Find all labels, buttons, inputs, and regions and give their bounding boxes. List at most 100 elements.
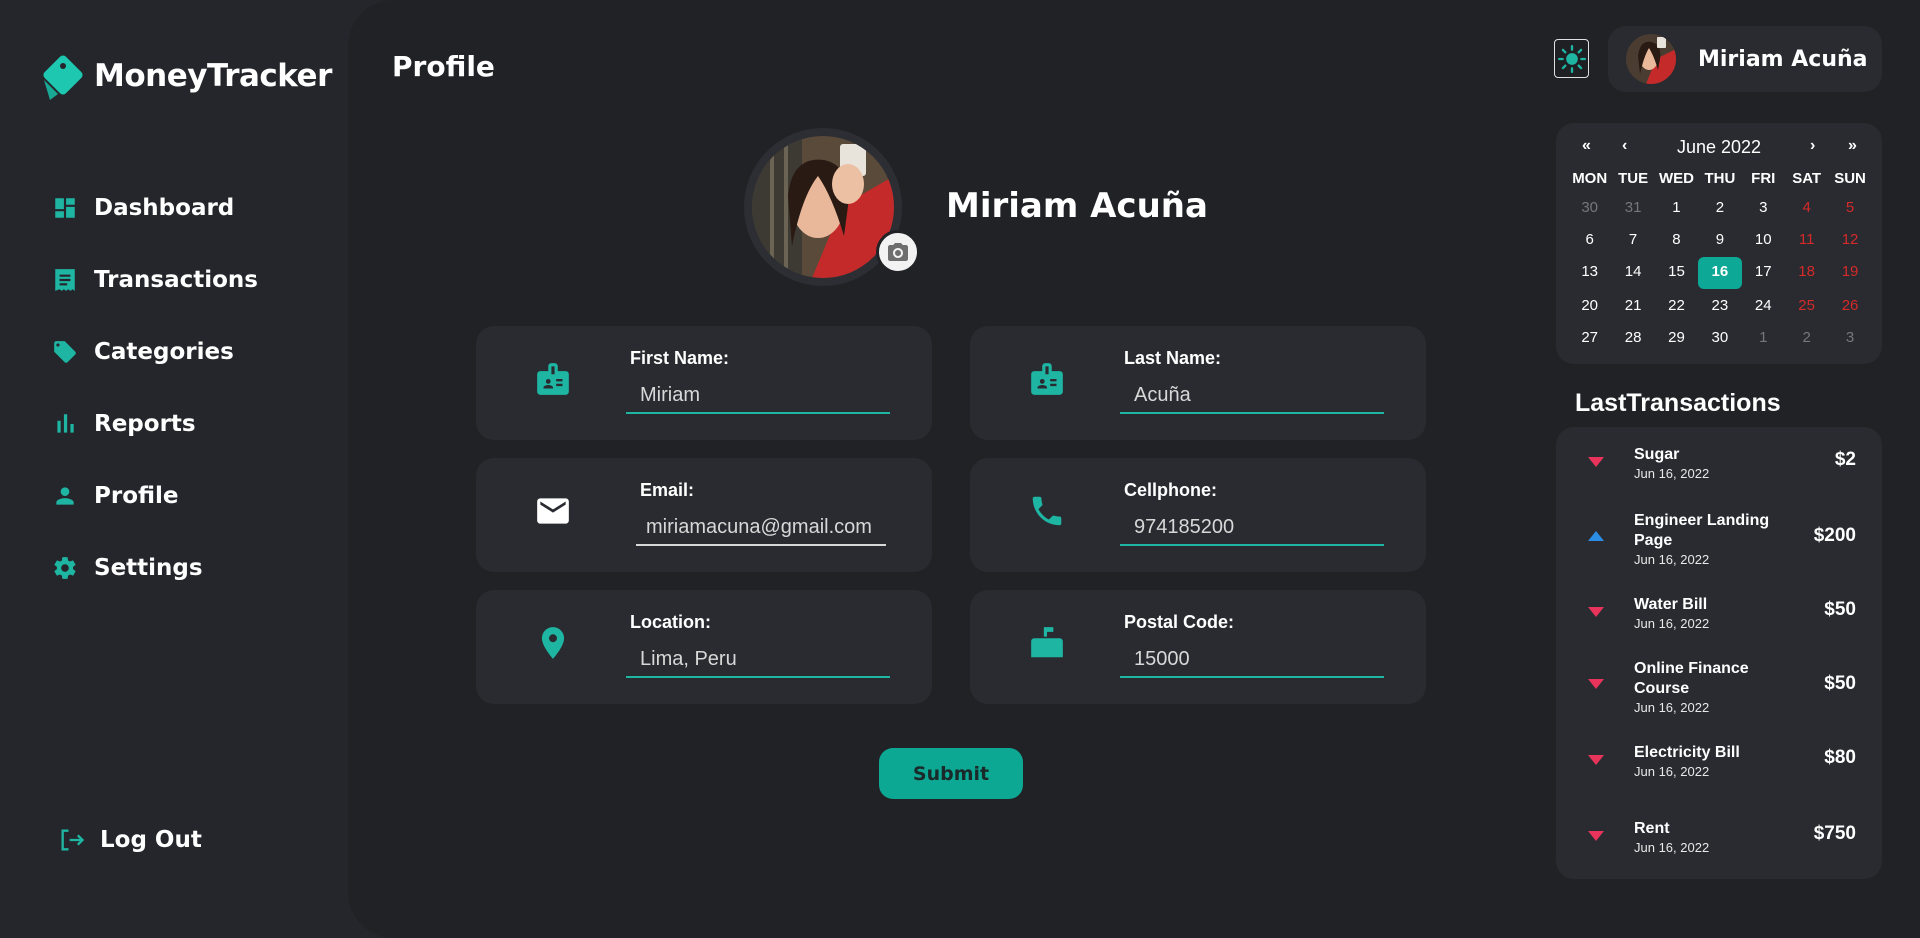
- transaction-date: Jun 16, 2022: [1634, 764, 1710, 779]
- arrow-down-icon: [1588, 755, 1604, 765]
- sidebar-nav: Dashboard Transactions Categories Report…: [52, 172, 258, 604]
- calendar-day[interactable]: 4: [1785, 192, 1828, 224]
- arrow-down-icon: [1588, 607, 1604, 617]
- id-badge-icon: [537, 363, 569, 395]
- sidebar-item-settings[interactable]: Settings: [52, 532, 258, 604]
- calendar-day[interactable]: 2: [1785, 322, 1828, 354]
- location-field[interactable]: Lima, Peru: [626, 642, 890, 678]
- calendar-weekday: TUE: [1618, 170, 1649, 187]
- first-name-label: First Name:: [630, 348, 730, 368]
- calendar-day[interactable]: 24: [1742, 290, 1785, 322]
- calendar-day[interactable]: 3: [1742, 192, 1785, 224]
- calendar-day[interactable]: 9: [1698, 224, 1741, 256]
- arrow-down-icon: [1588, 457, 1604, 467]
- calendar-weekday: SUN: [1834, 170, 1866, 187]
- transaction-date: Jun 16, 2022: [1634, 700, 1710, 715]
- arrow-down-icon: [1588, 831, 1604, 841]
- receipt-icon: [55, 269, 75, 291]
- app-name: MoneyTracker: [94, 58, 332, 94]
- calendar-day[interactable]: 7: [1611, 224, 1654, 256]
- profile-avatar-container: [744, 128, 920, 286]
- calendar-day[interactable]: 16: [1698, 257, 1742, 289]
- submit-button[interactable]: Submit: [879, 748, 1023, 799]
- calendar-day[interactable]: 20: [1568, 290, 1611, 322]
- calendar-day[interactable]: 29: [1655, 322, 1698, 354]
- calendar-day[interactable]: 23: [1698, 290, 1741, 322]
- calendar-day[interactable]: 28: [1611, 322, 1654, 354]
- location-card: Location: Lima, Peru: [476, 590, 932, 704]
- calendar-day[interactable]: 30: [1568, 192, 1611, 224]
- location-label: Location:: [630, 612, 711, 632]
- id-badge-icon: [1031, 363, 1063, 395]
- calendar-day[interactable]: 1: [1655, 192, 1698, 224]
- transaction-amount: $750: [1813, 823, 1856, 844]
- calendar-day[interactable]: 18: [1785, 256, 1828, 288]
- calendar-day[interactable]: 31: [1611, 192, 1654, 224]
- user-name: Miriam Acuña: [1698, 46, 1868, 72]
- calendar-day[interactable]: 8: [1655, 224, 1698, 256]
- calendar-day[interactable]: 15: [1655, 256, 1698, 288]
- calendar-prev-year-button[interactable]: «: [1582, 137, 1591, 155]
- last-name-card: Last Name: Acuña: [970, 326, 1426, 440]
- sidebar-item-reports[interactable]: Reports: [52, 388, 258, 460]
- last-name-label: Last Name:: [1124, 348, 1222, 368]
- camera-icon: [888, 243, 908, 261]
- transaction-date: Jun 16, 2022: [1634, 840, 1710, 855]
- calendar-day[interactable]: 12: [1828, 224, 1871, 256]
- sidebar-item-label: Dashboard: [94, 195, 235, 221]
- calendar-day[interactable]: 21: [1611, 290, 1654, 322]
- calendar-weekday: FRI: [1751, 170, 1776, 187]
- bar-chart-icon: [57, 414, 74, 433]
- sidebar-item-categories[interactable]: Categories: [52, 316, 258, 388]
- calendar-day[interactable]: 11: [1785, 224, 1828, 256]
- calendar-grid: MON TUE WED THU FRI SAT SUN 30 31 1 2 3 4 5 6 7 8 9 10 11 12…: [1568, 170, 1872, 354]
- calendar-day[interactable]: 30: [1698, 322, 1741, 354]
- calendar-day[interactable]: 25: [1785, 290, 1828, 322]
- sun-icon: [1557, 44, 1586, 73]
- calendar-day[interactable]: 3: [1828, 322, 1871, 354]
- logout-icon: [61, 829, 85, 851]
- transaction-date: Jun 16, 2022: [1634, 466, 1710, 481]
- calendar-day[interactable]: 26: [1828, 290, 1871, 322]
- calendar-next-month-button[interactable]: ›: [1810, 137, 1815, 155]
- calendar-day[interactable]: 5: [1828, 192, 1871, 224]
- calendar-prev-month-button[interactable]: ‹: [1622, 137, 1627, 155]
- calendar-day[interactable]: 14: [1611, 256, 1654, 288]
- calendar-next-year-button[interactable]: »: [1848, 137, 1857, 155]
- last-name-field[interactable]: Acuña: [1120, 378, 1384, 414]
- theme-toggle-button[interactable]: [1554, 39, 1589, 78]
- transaction-name: Online Finance Course: [1634, 660, 1749, 697]
- email-field[interactable]: miriamacuna@gmail.com: [636, 510, 886, 546]
- first-name-card: First Name: Miriam: [476, 326, 932, 440]
- calendar-day[interactable]: 2: [1698, 192, 1741, 224]
- sidebar-item-transactions[interactable]: Transactions: [52, 244, 258, 316]
- change-photo-button[interactable]: [876, 230, 920, 274]
- avatar: [1626, 34, 1676, 84]
- mail-icon: [537, 498, 569, 524]
- calendar-day[interactable]: 27: [1568, 322, 1611, 354]
- avatar-photo-icon: [1626, 34, 1676, 84]
- sidebar-item-dashboard[interactable]: Dashboard: [52, 172, 258, 244]
- calendar-day[interactable]: 17: [1742, 256, 1785, 288]
- calendar-day[interactable]: 13: [1568, 256, 1611, 288]
- app-logo[interactable]: MoneyTracker: [38, 50, 332, 102]
- transaction-name: Rent: [1634, 820, 1670, 837]
- transaction-amount: $80: [1824, 747, 1856, 768]
- location-pin-icon: [541, 627, 565, 659]
- calendar-day[interactable]: 22: [1655, 290, 1698, 322]
- calendar-day[interactable]: 10: [1742, 224, 1785, 256]
- logout-button[interactable]: Log Out: [58, 826, 202, 854]
- transaction-amount: $50: [1824, 599, 1856, 620]
- calendar-day[interactable]: 19: [1828, 256, 1871, 288]
- calendar-month-title[interactable]: June 2022: [1556, 137, 1882, 158]
- transaction-date: Jun 16, 2022: [1634, 616, 1710, 631]
- sidebar-item-profile[interactable]: Profile: [52, 460, 258, 532]
- postal-code-card: Postal Code: 15000: [970, 590, 1426, 704]
- first-name-field[interactable]: Miriam: [626, 378, 890, 414]
- calendar: June 2022 « ‹ › » MON TUE WED THU FRI SAT SUN 3…: [1556, 123, 1882, 364]
- calendar-day[interactable]: 6: [1568, 224, 1611, 256]
- calendar-day[interactable]: 1: [1742, 322, 1785, 354]
- cellphone-field[interactable]: 974185200: [1120, 510, 1384, 546]
- postal-code-field[interactable]: 15000: [1120, 642, 1384, 678]
- user-menu[interactable]: Miriam Acuña: [1608, 26, 1882, 92]
